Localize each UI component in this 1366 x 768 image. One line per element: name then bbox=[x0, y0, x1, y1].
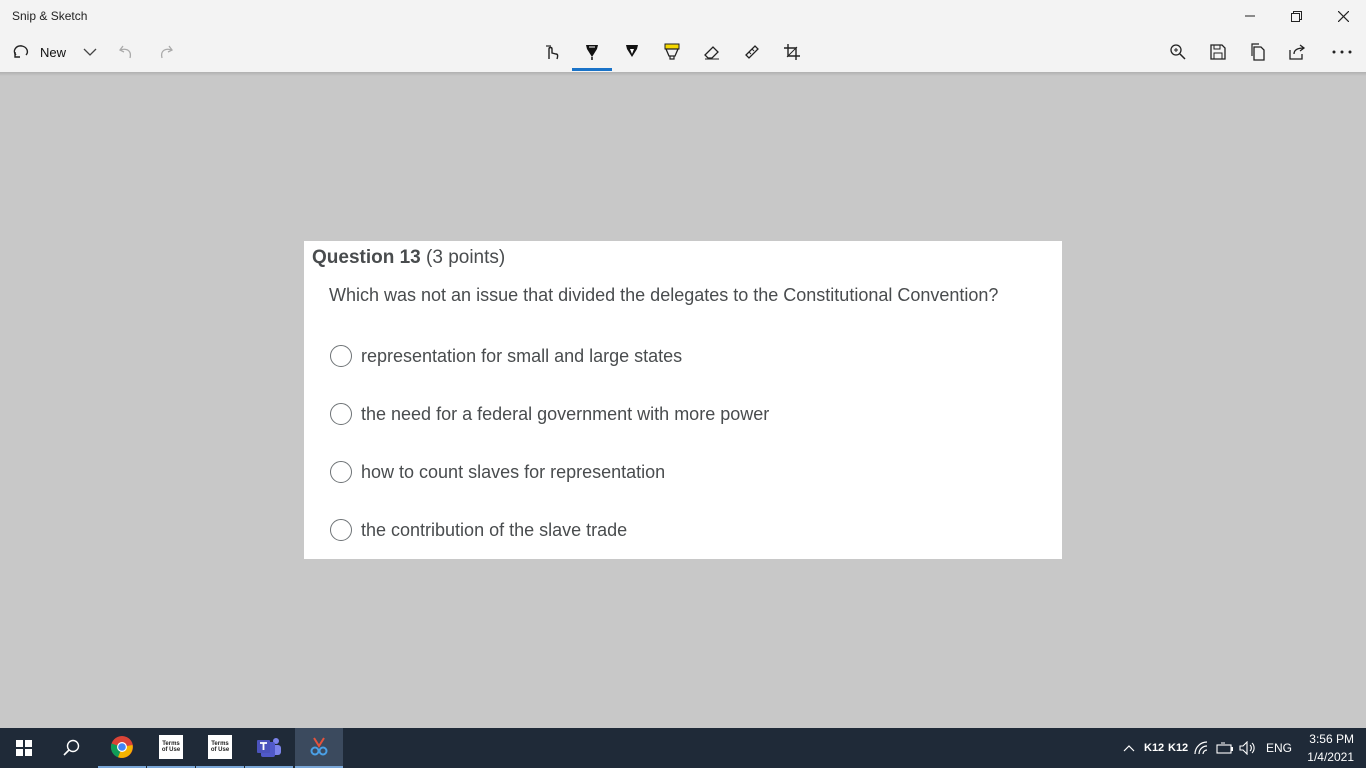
touch-writing-button[interactable] bbox=[538, 32, 566, 72]
save-button[interactable] bbox=[1204, 32, 1232, 72]
question-header: Question 13 (3 points) bbox=[312, 247, 505, 269]
zoom-button[interactable] bbox=[1164, 32, 1192, 72]
selected-tool-indicator bbox=[572, 68, 612, 71]
highlighter-icon bbox=[664, 43, 680, 60]
ballpoint-pen-button[interactable] bbox=[578, 32, 606, 72]
chevron-down-icon bbox=[83, 48, 97, 56]
battery-icon bbox=[1216, 742, 1233, 754]
restore-icon bbox=[1290, 10, 1302, 22]
more-icon bbox=[1332, 50, 1352, 54]
taskbar: Terms of Use Terms of Use K12 K12 ENG 3:… bbox=[0, 728, 1366, 768]
undo-icon bbox=[119, 45, 132, 59]
copy-icon bbox=[1251, 43, 1265, 61]
answer-option[interactable]: the need for a federal government with m… bbox=[330, 401, 769, 427]
pencil-icon bbox=[626, 45, 638, 57]
copy-button[interactable] bbox=[1244, 32, 1272, 72]
redo-button[interactable] bbox=[153, 32, 179, 72]
share-icon bbox=[1289, 44, 1306, 60]
start-icon bbox=[16, 740, 32, 756]
close-icon bbox=[1337, 10, 1349, 22]
clock[interactable]: 3:56 PM 1/4/2021 bbox=[1307, 730, 1354, 766]
more-options-button[interactable] bbox=[1326, 32, 1358, 72]
ruler-icon bbox=[745, 45, 759, 59]
start-button[interactable] bbox=[0, 728, 48, 768]
new-dropdown-button[interactable] bbox=[78, 32, 102, 72]
undo-button[interactable] bbox=[113, 32, 139, 72]
search-button[interactable] bbox=[48, 728, 96, 768]
question-card: Question 13 (3 points) Which was not an … bbox=[304, 241, 1062, 559]
input-language-label: ENG bbox=[1266, 741, 1293, 755]
terms-of-use-icon: Terms of Use bbox=[159, 735, 183, 759]
wifi-icon bbox=[1194, 741, 1208, 755]
ballpoint-pen-icon bbox=[586, 45, 598, 60]
battery-button[interactable] bbox=[1216, 728, 1234, 768]
radio-button[interactable] bbox=[330, 519, 352, 541]
taskbar-app-chrome[interactable] bbox=[98, 728, 146, 768]
speaker-icon bbox=[1239, 741, 1255, 755]
chevron-up-icon bbox=[1123, 744, 1135, 751]
minimize-button[interactable] bbox=[1227, 0, 1273, 32]
radio-button[interactable] bbox=[330, 345, 352, 367]
network-button[interactable] bbox=[1194, 728, 1210, 768]
title-bar: Snip & Sketch bbox=[0, 0, 1366, 32]
close-button[interactable] bbox=[1320, 0, 1366, 32]
clock-date: 1/4/2021 bbox=[1307, 750, 1354, 764]
taskbar-app-terms-of-use[interactable]: Terms of Use bbox=[147, 728, 195, 768]
toolbar-divider bbox=[0, 72, 1366, 76]
show-hidden-icons-button[interactable] bbox=[1122, 728, 1136, 768]
question-number: Question 13 bbox=[312, 247, 421, 268]
question-text: Which was not an issue that divided the … bbox=[329, 285, 999, 305]
zoom-icon bbox=[1170, 44, 1186, 60]
clock-time: 3:56 PM bbox=[1309, 732, 1354, 746]
taskbar-app-snip-sketch[interactable] bbox=[295, 728, 343, 768]
redo-icon bbox=[160, 45, 173, 59]
terms-of-use-icon: Terms of Use bbox=[208, 735, 232, 759]
answer-option[interactable]: the contribution of the slave trade bbox=[330, 517, 627, 543]
highlighter-button[interactable] bbox=[658, 32, 686, 72]
answer-option-label: how to count slaves for representation bbox=[361, 461, 666, 482]
share-button[interactable] bbox=[1283, 32, 1311, 72]
volume-button[interactable] bbox=[1239, 728, 1257, 768]
answer-option-label: the contribution of the slave trade bbox=[361, 519, 628, 540]
answer-option[interactable]: how to count slaves for representation bbox=[330, 459, 665, 485]
radio-button[interactable] bbox=[330, 403, 352, 425]
toolbar: New bbox=[0, 32, 1366, 72]
eraser-button[interactable] bbox=[698, 32, 726, 72]
taskbar-app-terms-of-use[interactable]: Terms of Use bbox=[196, 728, 244, 768]
tray-k12-item[interactable]: K12 bbox=[1144, 728, 1164, 768]
teams-icon bbox=[257, 738, 281, 757]
taskbar-app-teams[interactable] bbox=[245, 728, 293, 768]
app-title: Snip & Sketch bbox=[12, 9, 88, 23]
search-icon bbox=[63, 739, 80, 756]
chrome-icon bbox=[110, 736, 133, 758]
answer-option[interactable]: representation for small and large state… bbox=[330, 343, 682, 369]
save-icon bbox=[1210, 44, 1226, 60]
crop-icon bbox=[784, 44, 800, 60]
tray-k12-label: K12 bbox=[1144, 742, 1165, 754]
new-button-label: New bbox=[39, 44, 66, 60]
ruler-button[interactable] bbox=[738, 32, 766, 72]
tray-k12-item[interactable]: K12 bbox=[1168, 728, 1188, 768]
crop-button[interactable] bbox=[778, 32, 806, 72]
minimize-icon bbox=[1245, 15, 1255, 17]
new-snip-icon bbox=[13, 45, 29, 58]
answer-option-label: representation for small and large state… bbox=[361, 345, 683, 366]
input-language-button[interactable]: ENG bbox=[1266, 728, 1292, 768]
answer-option-label: the need for a federal government with m… bbox=[361, 403, 770, 424]
tray-k12-label: K12 bbox=[1168, 742, 1189, 754]
touch-writing-icon bbox=[546, 45, 559, 60]
question-points: (3 points) bbox=[426, 247, 506, 268]
restore-button[interactable] bbox=[1273, 0, 1319, 32]
snip-sketch-icon bbox=[310, 737, 328, 756]
pencil-button[interactable] bbox=[618, 32, 646, 72]
eraser-icon bbox=[704, 46, 719, 60]
new-button[interactable]: New bbox=[10, 32, 68, 72]
radio-button[interactable] bbox=[330, 461, 352, 483]
